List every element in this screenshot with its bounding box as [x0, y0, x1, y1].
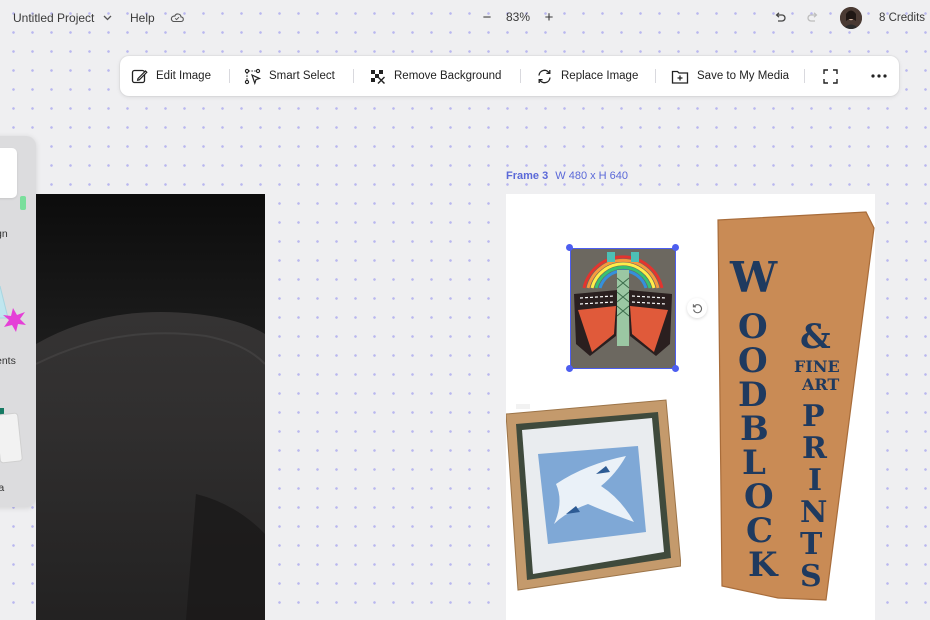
sign-ampersand: &	[800, 317, 831, 357]
resize-handle-bottom-right[interactable]	[672, 365, 679, 372]
sign-letter-K: K	[748, 545, 779, 585]
sign-letter-N: N	[800, 495, 827, 530]
left-panel-label-media[interactable]: ia	[0, 482, 4, 494]
save-media-icon	[671, 70, 689, 84]
replace-image-button[interactable]: Replace Image	[536, 56, 638, 96]
divider	[804, 69, 805, 83]
left-panel-label-elements[interactable]: ents	[0, 355, 16, 367]
sign-letter-I: I	[808, 463, 822, 498]
replace-image-icon	[538, 69, 551, 83]
save-to-media-button[interactable]: Save to My Media	[671, 56, 789, 96]
edit-image-button[interactable]: Edit Image	[131, 56, 211, 96]
sign-letter-W: W	[729, 253, 778, 302]
design-icon	[20, 196, 26, 210]
resize-handle-top-left[interactable]	[566, 244, 573, 251]
more-options-button[interactable]	[871, 56, 887, 96]
sign-letter-T: T	[800, 527, 823, 562]
dark-chair-photo	[36, 312, 265, 620]
zoom-control: − 83% +	[480, 9, 556, 26]
redo-icon	[806, 11, 820, 25]
help-label: Help	[130, 11, 155, 25]
smart-select-label: Smart Select	[269, 70, 335, 82]
rotate-icon	[692, 303, 702, 313]
design-thumbnail[interactable]	[0, 148, 26, 210]
framed-bird-print[interactable]	[506, 394, 681, 594]
sign-fine: FINE	[794, 357, 840, 376]
frame-canvas[interactable]: W O O D B L O C K & FINE ART P R I N T S	[506, 194, 875, 620]
replace-image-label: Replace Image	[561, 70, 639, 82]
project-name-menu[interactable]: Untitled Project	[13, 11, 112, 25]
frame-name: Frame 3	[506, 170, 549, 182]
sign-letter-R: R	[802, 431, 828, 466]
fullscreen-button[interactable]	[822, 56, 839, 96]
sign-art: ART	[801, 375, 839, 394]
cloud-save-status[interactable]	[170, 12, 184, 23]
frame-label[interactable]: Frame 3 W 480 x H 640	[506, 170, 628, 182]
undo-icon	[773, 11, 787, 25]
media-icon[interactable]	[0, 404, 30, 466]
elements-icon[interactable]	[0, 284, 30, 334]
resize-handle-top-right[interactable]	[672, 244, 679, 251]
user-avatar[interactable]	[840, 7, 862, 29]
woodblock-sign[interactable]: W O O D B L O C K & FINE ART P R I N T S	[716, 210, 875, 602]
zoom-value: 83%	[506, 10, 531, 24]
divider	[229, 69, 230, 83]
edit-image-label: Edit Image	[156, 70, 211, 82]
image-toolbar: Edit Image Smart Select Remove Backgroun…	[120, 56, 899, 96]
sign-letter-P: P	[802, 399, 825, 434]
credits-label[interactable]: 8 Credits	[879, 12, 925, 24]
divider	[353, 69, 354, 83]
divider	[655, 69, 656, 83]
smart-select-icon	[244, 68, 261, 85]
save-to-media-label: Save to My Media	[697, 70, 790, 82]
frame-size: W 480 x H 640	[555, 170, 629, 182]
zoom-out-button[interactable]: −	[480, 9, 494, 26]
edit-image-icon	[131, 69, 148, 83]
left-side-panel: gn ents ia	[0, 136, 36, 507]
project-name: Untitled Project	[13, 11, 95, 25]
selection-outline	[570, 248, 676, 369]
redo-button[interactable]	[806, 11, 820, 25]
divider	[520, 69, 521, 83]
remove-background-label: Remove Background	[394, 70, 502, 82]
smart-select-button[interactable]: Smart Select	[244, 56, 335, 96]
left-panel-label-design[interactable]: gn	[0, 228, 8, 240]
remove-background-icon	[371, 69, 385, 84]
zoom-in-button[interactable]: +	[542, 9, 556, 26]
resize-handle-bottom-left[interactable]	[566, 365, 573, 372]
top-bar: Untitled Project Help − 83% + 8 Credits	[0, 0, 930, 38]
more-icon	[871, 74, 887, 78]
selected-butterfly-image[interactable]	[566, 244, 679, 372]
dark-photo-frame[interactable]	[36, 194, 265, 620]
rotate-button[interactable]	[687, 298, 707, 318]
cloud-icon	[170, 12, 184, 23]
chevron-down-icon	[103, 15, 112, 21]
fullscreen-icon	[823, 68, 838, 84]
help-button[interactable]: Help	[130, 11, 155, 25]
undo-button[interactable]	[773, 11, 787, 25]
remove-background-button[interactable]: Remove Background	[369, 56, 501, 96]
sign-letter-S: S	[800, 559, 822, 594]
